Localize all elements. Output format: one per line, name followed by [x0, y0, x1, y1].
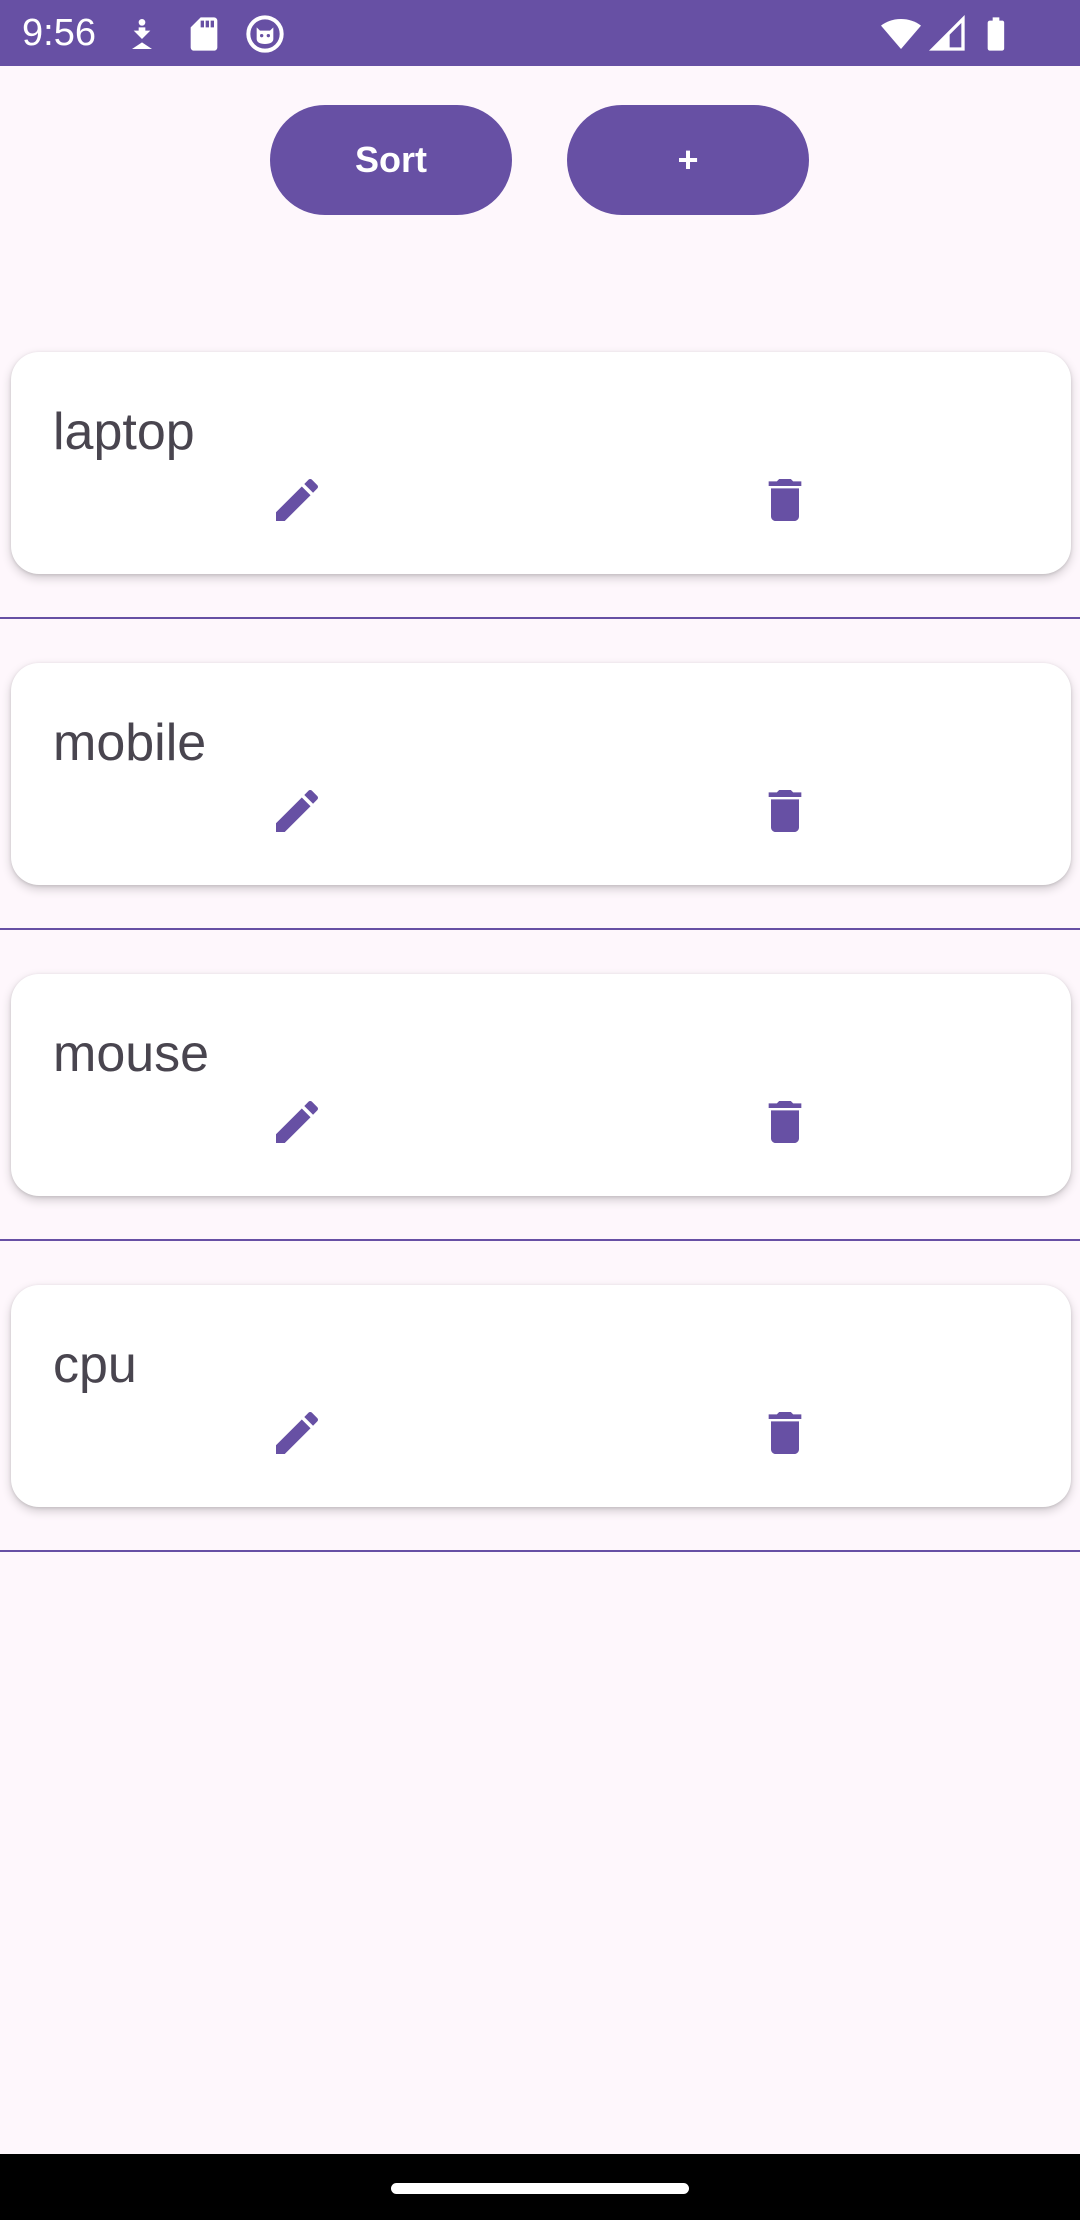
item-name: mobile: [53, 714, 207, 772]
divider: [0, 1550, 1080, 1552]
wifi-icon: [879, 14, 923, 54]
item-name: mouse: [53, 1025, 210, 1083]
sort-button[interactable]: Sort: [270, 105, 512, 215]
edit-icon[interactable]: [265, 1090, 329, 1154]
list-item: mobile: [11, 663, 1071, 885]
download-icon: [122, 14, 162, 54]
trash-icon[interactable]: [753, 779, 817, 843]
divider: [0, 1239, 1080, 1241]
edit-icon[interactable]: [265, 779, 329, 843]
status-bar: 9:56: [0, 0, 1080, 66]
list-item: cpu: [11, 1285, 1071, 1507]
home-gesture-handle[interactable]: [391, 2183, 689, 2194]
trash-icon[interactable]: [753, 468, 817, 532]
list-item: laptop: [11, 352, 1071, 574]
trash-icon[interactable]: [753, 1090, 817, 1154]
status-time: 9:56: [22, 12, 96, 54]
navigation-bar: [0, 2154, 1080, 2220]
item-name: laptop: [53, 403, 195, 461]
cat-face-icon: [245, 14, 285, 54]
cell-signal-icon: [928, 14, 968, 54]
list-item: mouse: [11, 974, 1071, 1196]
trash-icon[interactable]: [753, 1401, 817, 1465]
battery-icon: [976, 14, 1016, 54]
edit-icon[interactable]: [265, 1401, 329, 1465]
sd-card-icon: [184, 14, 224, 54]
item-name: cpu: [53, 1336, 137, 1394]
divider: [0, 617, 1080, 619]
divider: [0, 928, 1080, 930]
add-button[interactable]: +: [567, 105, 809, 215]
edit-icon[interactable]: [265, 468, 329, 532]
